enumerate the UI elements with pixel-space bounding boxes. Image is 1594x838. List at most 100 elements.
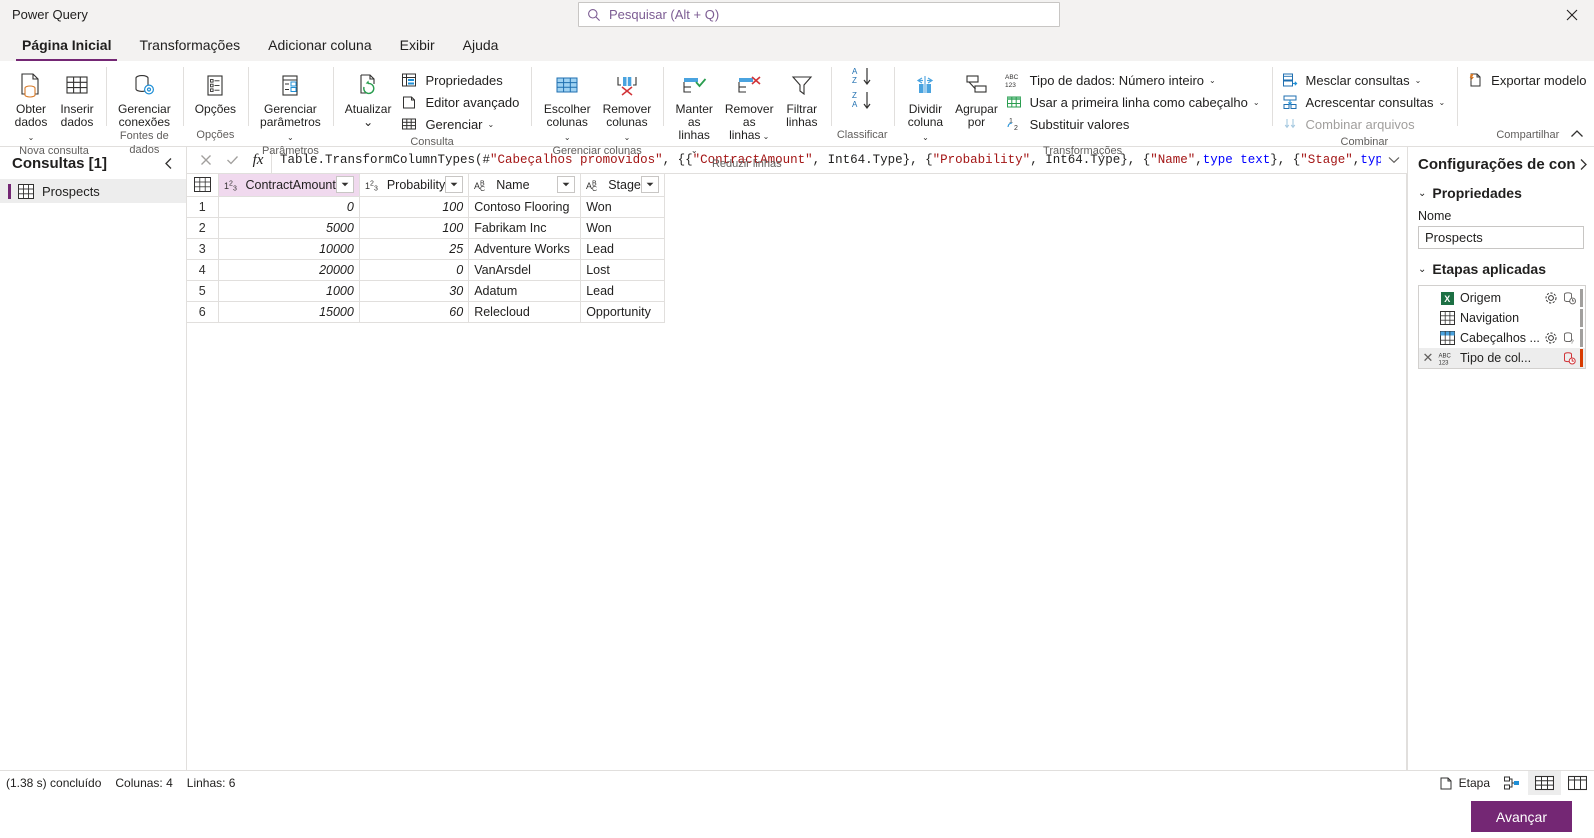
agrupar-por-button[interactable]: Agrupar por [951,67,1001,129]
collapse-queries-button[interactable] [160,154,178,172]
cell-stage[interactable]: Lead [580,280,665,302]
column-header-probability[interactable]: 123 Probability [359,174,470,197]
cell-contractamount[interactable]: 20000 [218,259,360,281]
gear-icon[interactable] [1541,289,1560,307]
remover-colunas-button[interactable]: Remover colunas ⌄ [597,67,657,144]
exportar-modelo-button[interactable]: Exportar modelo [1463,69,1592,91]
tipo-de-dados-button[interactable]: ABC 123 Tipo de dados: Número inteiro ⌄ [1002,69,1266,91]
applied-steps-section-header[interactable]: ⌄ Etapas aplicadas [1408,257,1594,281]
atualizar-button[interactable]: Atualizar ⌄ [339,67,398,129]
dividir-coluna-button[interactable]: Dividir coluna ⌄ [900,67,952,144]
schema-view-button[interactable] [1561,771,1594,796]
gerenciar-parametros-button[interactable]: Gerenciar parâmetros ⌄ [254,67,327,144]
number-type-icon[interactable]: 123 [224,178,241,192]
cell-contractamount[interactable]: 5000 [218,217,360,239]
usar-primeira-linha-cabecalho-button[interactable]: Usar a primeira linha como cabeçalho ⌄ [1002,91,1266,113]
filtrar-linhas-button[interactable]: Filtrar linhas [779,67,825,129]
cell-probability[interactable]: 25 [359,238,470,260]
column-header-contractamount[interactable]: 123 ContractAmount [218,174,360,197]
applied-step-cabecalhos-promovidos[interactable]: Cabeçalhos ... ? [1419,328,1585,348]
name-input[interactable] [1418,226,1584,249]
step-view-button[interactable]: Etapa [1432,771,1497,796]
column-filter-button[interactable] [335,176,354,194]
close-window-button[interactable] [1550,0,1594,29]
data-view-button[interactable] [1528,770,1561,796]
collapse-ribbon-button[interactable] [1566,124,1588,144]
cell-stage[interactable]: Won [580,217,665,239]
delete-step-button[interactable]: ✕ [1419,350,1437,366]
search-box[interactable] [578,2,1060,27]
search-input[interactable] [609,7,1051,22]
query-item-prospects[interactable]: Prospects [0,179,186,203]
cell-contractamount[interactable]: 1000 [218,280,360,302]
remover-as-linhas-button[interactable]: Remover as linhas ⌄ [720,67,779,143]
tab-transformacoes[interactable]: Transformações [125,30,254,61]
tab-exibir[interactable]: Exibir [386,30,449,61]
cell-contractamount[interactable]: 10000 [218,238,360,260]
cell-stage[interactable]: Won [580,196,665,218]
gerenciar-conexoes-button[interactable]: Gerenciar conexões [112,67,177,129]
cell-probability[interactable]: 0 [359,259,470,281]
text-type-icon[interactable]: ABC [586,178,603,192]
classificar-decrescente-button[interactable]: Z A [839,89,885,113]
cell-probability[interactable]: 100 [359,196,470,218]
inserir-dados-button[interactable]: Inserir dados [54,67,100,129]
column-filter-button[interactable] [557,176,576,194]
obter-dados-button[interactable]: Obter dados ⌄ [8,67,54,144]
gerenciar-button[interactable]: Gerenciar ⌄ [397,113,525,135]
mesclar-consultas-button[interactable]: Mesclar consultas ⌄ [1278,69,1452,91]
table-row[interactable]: 1 0 100 Contoso Flooring Won [187,196,665,218]
substituir-valores-button[interactable]: 1 2 Substituir valores [1002,113,1266,135]
formula-confirm-button[interactable] [219,148,245,172]
cell-probability[interactable]: 60 [359,301,470,323]
cell-name[interactable]: Adatum [468,280,582,302]
cell-name[interactable]: Fabrikam Inc [468,217,582,239]
escolher-colunas-label2: colunas [546,115,588,129]
column-filter-button[interactable] [640,176,659,194]
text-type-icon[interactable]: ABC [474,178,491,192]
tab-adicionar-coluna[interactable]: Adicionar coluna [254,30,386,61]
select-all-corner-button[interactable] [187,174,219,197]
gerenciar-label: Gerenciar [425,116,483,132]
cell-contractamount[interactable]: 0 [218,196,360,218]
tab-ajuda[interactable]: Ajuda [449,30,513,61]
applied-step-origem[interactable]: X Origem [1419,288,1585,308]
column-filter-button[interactable] [445,176,464,194]
diagram-view-button[interactable] [1497,771,1528,796]
applied-step-navigation[interactable]: Navigation [1419,308,1585,328]
escolher-colunas-button[interactable]: Escolher colunas ⌄ [537,67,597,144]
column-header-name[interactable]: ABC Name [468,174,582,197]
cell-name[interactable]: Relecloud [468,301,582,323]
gear-icon[interactable] [1541,329,1560,347]
cell-name[interactable]: Contoso Flooring [468,196,582,218]
cell-probability[interactable]: 30 [359,280,470,302]
avancar-button[interactable]: Avançar [1470,801,1572,832]
table-row[interactable]: 2 5000 100 Fabrikam Inc Won [187,217,665,239]
table-row[interactable]: 3 10000 25 Adventure Works Lead [187,238,665,260]
data-grid-scroll[interactable]: 123 ContractAmount 1 2 3 Probability A B… [187,174,1407,770]
table-row[interactable]: 4 20000 0 VanArsdel Lost [187,259,665,281]
applied-step-tipo-de-coluna-alterado[interactable]: ✕ ABC 123 Tipo de col... [1419,348,1585,368]
expand-formula-button[interactable] [1381,148,1407,173]
number-type-icon[interactable]: 123 [365,178,382,192]
opcoes-button[interactable]: Opções [189,67,242,116]
table-row[interactable]: 5 1000 30 Adatum Lead [187,280,665,302]
classificar-crescente-button[interactable]: A Z [839,65,885,89]
acrescentar-consultas-button[interactable]: Acrescentar consultas ⌄ [1278,91,1452,113]
column-header-stage[interactable]: ABC Stage [580,174,665,197]
cell-contractamount[interactable]: 15000 [218,301,360,323]
formula-cancel-button[interactable] [193,148,219,172]
manter-as-linhas-button[interactable]: Manter as linhas ⌄ [669,67,720,157]
tab-pagina-inicial[interactable]: Página Inicial [8,30,125,61]
cell-probability[interactable]: 100 [359,217,470,239]
cell-stage[interactable]: Lead [580,238,665,260]
cell-name[interactable]: Adventure Works [468,238,582,260]
cell-stage[interactable]: Lost [580,259,665,281]
properties-section-header[interactable]: ⌄ Propriedades [1408,181,1594,205]
expand-settings-button[interactable] [1578,158,1588,171]
propriedades-button[interactable]: Propriedades [397,69,525,91]
editor-avancado-button[interactable]: Editor avançado [397,91,525,113]
table-row[interactable]: 6 15000 60 Relecloud Opportunity [187,301,665,323]
cell-stage[interactable]: Opportunity [580,301,665,323]
cell-name[interactable]: VanArsdel [468,259,582,281]
